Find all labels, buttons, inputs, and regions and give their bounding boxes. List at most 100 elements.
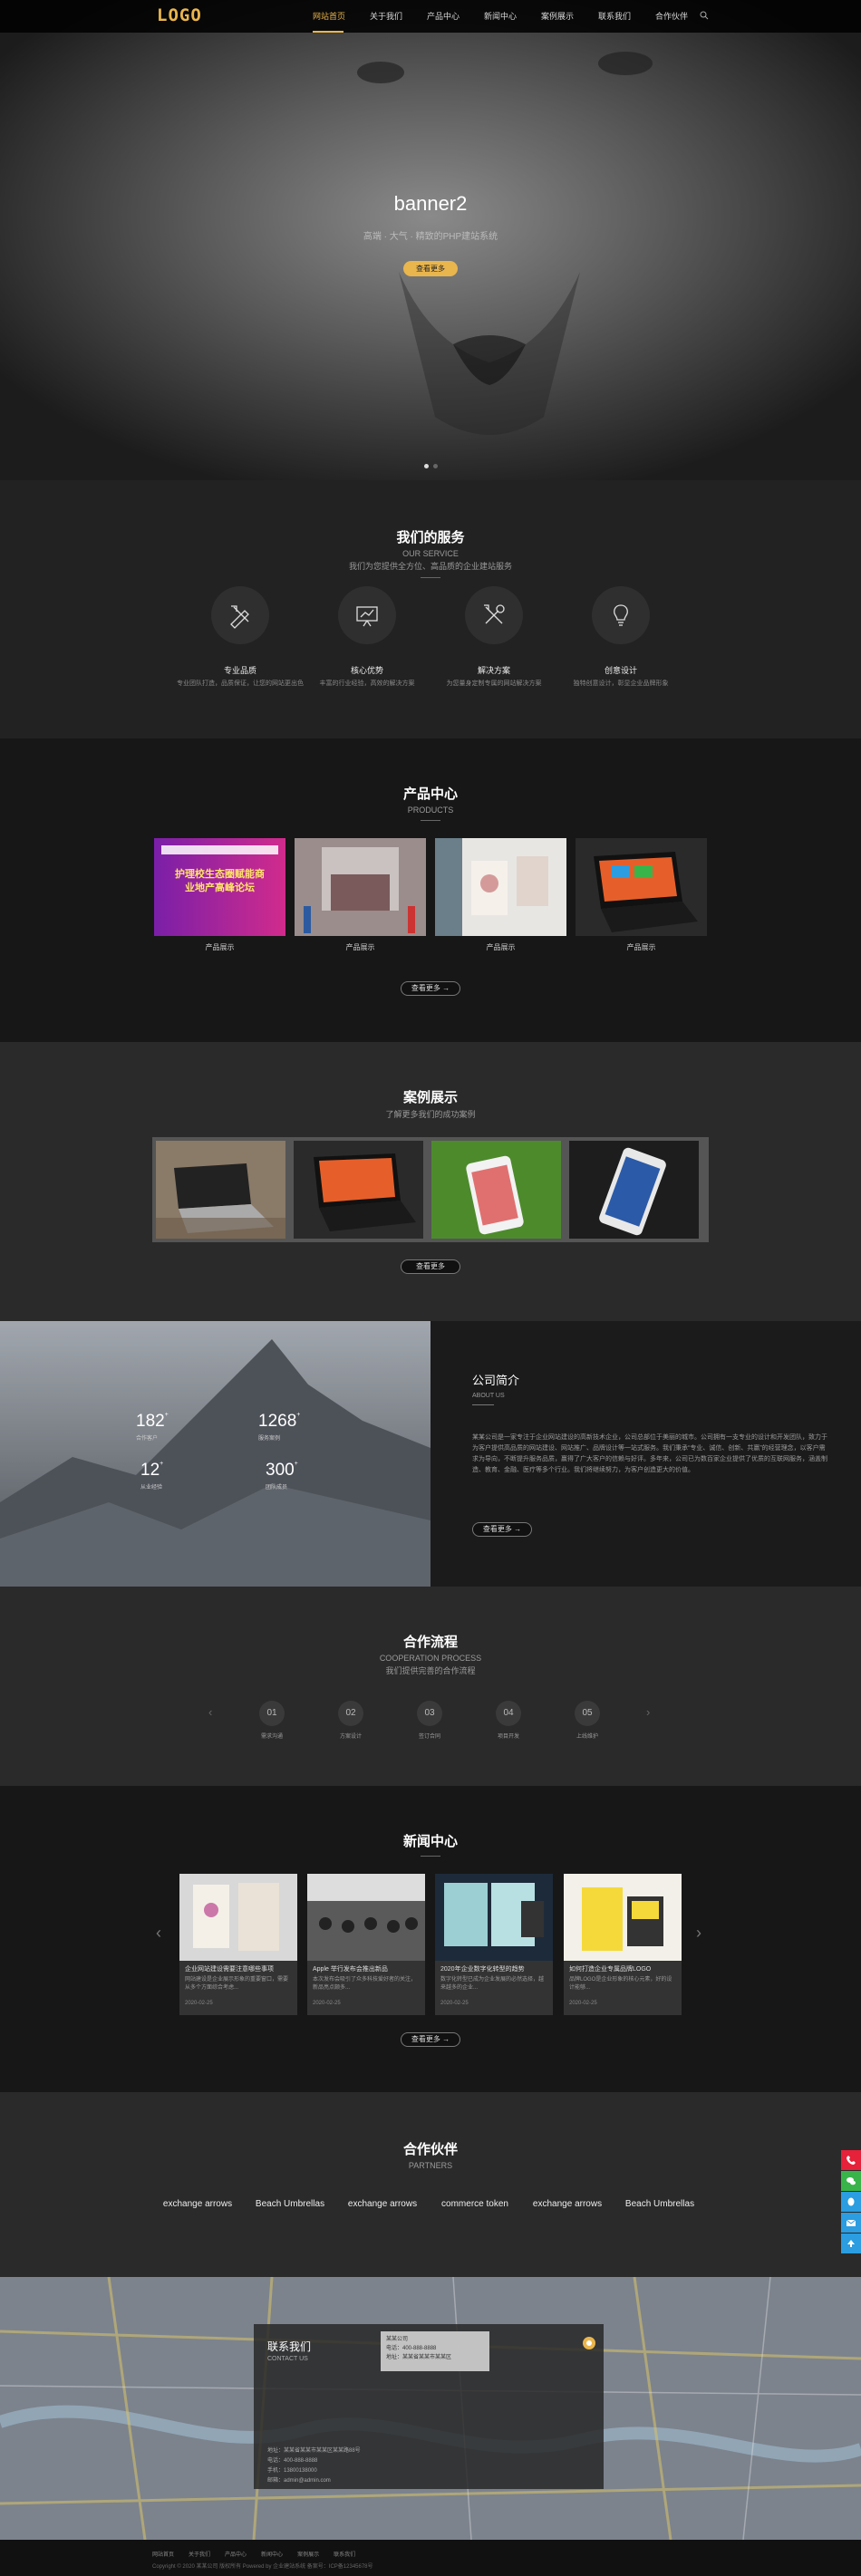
divider [421,577,440,578]
contact-en: CONTACT US [267,2356,308,2362]
site-footer: 网站首页 关于我们 产品中心 新闻中心 案例展示 联系我们 Copyright … [0,2540,861,2576]
tools-icon [484,604,505,624]
products-section: 产品中心 PRODUCTS 护理校生态圈赋能商业地产高峰论坛 产品展示 产品展示… [0,738,861,1042]
nav-cases[interactable]: 案例展示 [541,0,598,33]
product-caption: 产品展示 [626,943,656,951]
partner-logo[interactable]: exchange arrows [531,2199,604,2226]
cases-more-button[interactable]: 查看更多 [401,1259,460,1274]
product-caption: 产品展示 [345,943,375,951]
nav-home[interactable]: 网站首页 [313,0,370,33]
mail-icon[interactable] [841,2213,861,2233]
site-header: LOGO 网站首页 关于我们 产品中心 新闻中心 案例展示 联系我们 合作伙伴 [0,0,861,33]
contact-title: 联系我们 [267,2340,312,2353]
nav-contact[interactable]: 联系我们 [598,0,655,33]
copyright: Copyright © 2020 某某公司 版权所有 Powered by 企业… [152,2564,373,2570]
about-paragraph: 某某公司是一家专注于企业网站建设的高新技术企业，公司总部位于美丽的城市。公司拥有… [472,1434,827,1473]
news-title: 新闻中心 [402,1834,458,1849]
service-item[interactable]: 创意设计 独特创意设计，彰显企业品牌形象 [557,586,684,689]
wechat-icon[interactable] [841,2171,861,2191]
products-title: 产品中心 [402,786,458,802]
partners-title: 合作伙伴 [402,2142,458,2157]
slider-dots [424,464,438,468]
case-item[interactable] [156,1141,285,1239]
service-item[interactable]: 核心优势 丰富的行业经验，高效的解决方案 [304,586,430,689]
news-card[interactable]: Apple 举行发布会推出新品 本次发布会吸引了众多科技爱好者的关注，新品亮点颇多… [307,1874,425,2015]
floating-toolbar [841,2150,861,2254]
search-icon[interactable] [700,11,709,20]
partners-section: 合作伙伴 PARTNERS exchange arrows Beach Umbr… [0,2092,861,2277]
slider-dot-2[interactable] [433,464,438,468]
pen-ruler-icon [230,605,249,629]
divider [421,820,440,821]
cases-section: 案例展示 了解更多我们的成功案例 查看更多 [0,1042,861,1321]
product-caption: 产品展示 [486,943,516,951]
hero-more-button[interactable]: 查看更多 [403,261,458,276]
stat-item: 182+ 合作客户 [136,1412,169,1442]
services-section: 我们的服务 OUR SERVICE 我们为您提供全方位、高品质的企业建站服务 专… [0,480,861,738]
partner-logo[interactable]: exchange arrows [161,2199,234,2226]
process-sub: 我们提供完善的合作流程 [385,1666,476,1675]
process-section: 合作流程 COOPERATION PROCESS 我们提供完善的合作流程 ‹ 0… [0,1587,861,1786]
process-en: COOPERATION PROCESS [379,1654,482,1663]
product-image [295,838,426,936]
about-more-button[interactable]: 查看更多 → [472,1522,532,1537]
chart-board-icon [356,606,378,627]
products-more-button[interactable]: 查看更多 → [401,981,460,996]
partner-logo[interactable]: commerce token [439,2199,511,2226]
news-section: 新闻中心 ‹ 企业网站建设需要注意哪些事项 网站建设是企业展示形象的重要窗口，需要… [0,1786,861,2092]
news-next-icon[interactable]: › [696,1924,701,1943]
partner-logo[interactable]: Beach Umbrellas [254,2199,326,2226]
phone-icon[interactable] [841,2150,861,2170]
news-prev-icon[interactable]: ‹ [156,1924,161,1943]
site-logo[interactable]: LOGO [157,5,202,25]
process-step: 05 上线维护 [560,1701,614,1740]
about-title: 公司简介 [472,1374,520,1387]
product-image [576,838,707,936]
product-card[interactable]: 产品展示 [576,838,707,952]
product-caption: 产品展示 [205,943,235,951]
news-card[interactable]: 2020年企业数字化转型的趋势 数字化转型已成为企业发展的必然选择，越来越多的企业… [435,1874,553,2015]
slider-dot-1[interactable] [424,464,429,468]
case-item[interactable] [431,1141,561,1239]
case-item[interactable] [569,1141,699,1239]
main-nav: 网站首页 关于我们 产品中心 新闻中心 案例展示 联系我们 合作伙伴 [313,0,712,33]
process-title: 合作流程 [402,1635,458,1650]
partners-en: PARTNERS [408,2161,453,2170]
stat-item: 1268+ 服务案例 [258,1412,301,1442]
footer-nav: 网站首页 关于我们 产品中心 新闻中心 案例展示 联系我们 [152,2552,356,2558]
nav-news[interactable]: 新闻中心 [484,0,541,33]
product-card[interactable]: 护理校生态圈赋能商业地产高峰论坛 产品展示 [154,838,285,952]
partner-logo[interactable]: Beach Umbrellas [624,2199,696,2226]
product-image [435,838,566,936]
mountain-image: 182+ 合作客户 1268+ 服务案例 12+ 从业经验 300+ 团队成员 [0,1321,430,1587]
service-item[interactable]: 解决方案 为您量身定制专属的网站解决方案 [430,586,557,689]
product-image-text: 护理校生态圈赋能商业地产高峰论坛 [175,869,265,893]
nav-about[interactable]: 关于我们 [370,0,427,33]
map-marker-icon[interactable] [581,2335,597,2351]
partner-logo[interactable]: exchange arrows [346,2199,419,2226]
top-icon[interactable] [841,2233,861,2253]
product-card[interactable]: 产品展示 [435,838,566,952]
news-card[interactable]: 企业网站建设需要注意哪些事项 网站建设是企业展示形象的重要窗口，需要从多个方面综合… [179,1874,297,2015]
next-arrow-icon[interactable]: › [646,1705,650,1719]
bulb-icon [614,604,628,626]
product-card[interactable]: 产品展示 [295,838,426,952]
prev-arrow-icon[interactable]: ‹ [208,1705,212,1719]
hero-banner: banner2 高端 · 大气 · 精致的PHP建站系统 查看更多 [0,0,861,480]
case-item[interactable] [294,1141,423,1239]
divider [421,1856,440,1857]
news-more-button[interactable]: 查看更多 → [401,2032,460,2047]
news-card[interactable]: 如何打造企业专属品牌LOGO 品牌LOGO是企业形象的核心元素，好的设计能够...… [564,1874,682,2015]
qq-icon[interactable] [841,2192,861,2212]
cases-title: 案例展示 [402,1090,458,1105]
nav-products[interactable]: 产品中心 [427,0,484,33]
stat-item: 300+ 团队成员 [266,1461,298,1491]
about-en: ABOUT US [472,1393,505,1399]
cases-sub: 了解更多我们的成功案例 [385,1110,476,1119]
services-sub: 我们为您提供全方位、高品质的企业建站服务 [348,562,512,571]
service-item[interactable]: 专业品质 专业团队打造，品质保证，让您的网站更出色 [177,586,304,689]
product-image: 护理校生态圈赋能商业地产高峰论坛 [154,838,285,936]
process-step: 04 项目开发 [481,1701,536,1740]
divider [472,1404,494,1405]
hero-title: banner2 [393,192,468,215]
